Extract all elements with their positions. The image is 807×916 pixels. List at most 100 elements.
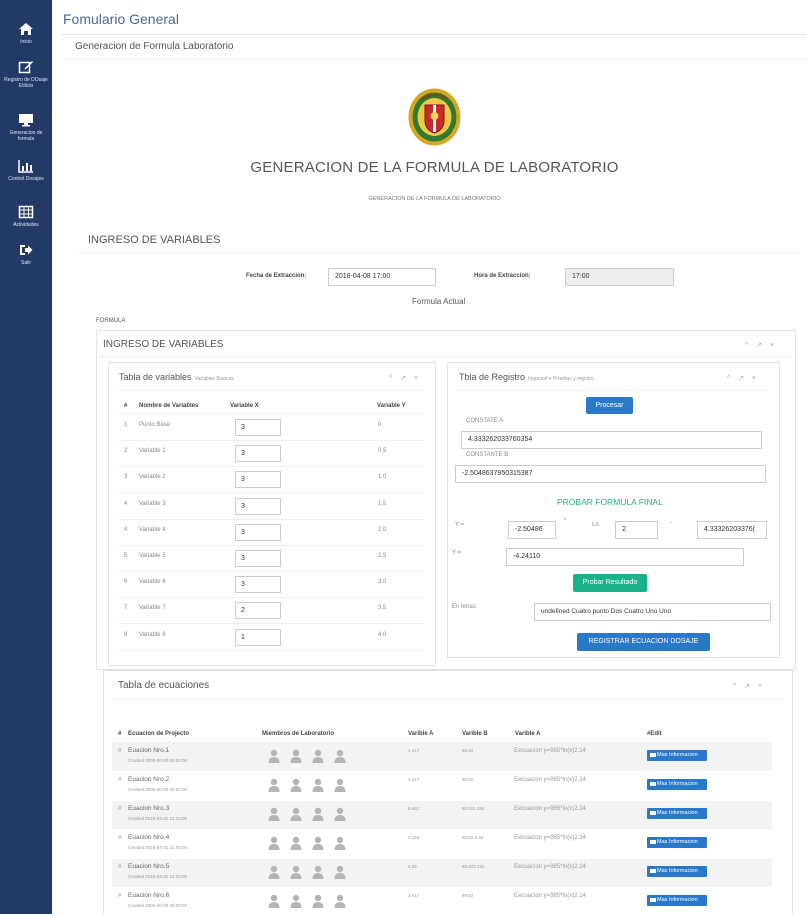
created-date: Created 2018-03-31 21:23:00: [128, 816, 188, 821]
ecuacion-formula: Eecuacion y=985*ln(x)2.14: [514, 748, 586, 754]
variable-x-input[interactable]: 1: [235, 628, 281, 646]
variable-y-value: 4.0: [378, 631, 387, 638]
column-header: Varible A: [515, 731, 541, 737]
ecuacion-formula: Eecuacion y=985*ln(x)2.14: [514, 864, 586, 870]
variable-name: Punto Base: [139, 422, 171, 428]
ecuacion-formula: Eecuacion y=985*ln(x)2.14: [514, 893, 586, 899]
variable-name: Variable 7: [139, 605, 166, 612]
avatar-icon: [312, 865, 324, 879]
sidebar-item-label: Salir: [20, 260, 31, 266]
column-header: #: [124, 403, 128, 409]
fecha-extraccion-input[interactable]: 2018-04-08 17:00: [328, 268, 436, 286]
resultado-input[interactable]: -4.24110: [506, 548, 744, 566]
tabla-registro-subtitle: Ingresod e Pruebas y registro: [528, 376, 594, 382]
fecha-extraccion-label: Fecha de Extraccion:: [246, 273, 307, 279]
variable-x-input[interactable]: 3: [235, 471, 281, 489]
button-label: Mas Informacion: [657, 839, 698, 845]
created-date: Created 0000-00-00 00:00:00: [128, 903, 188, 908]
variable-x-input[interactable]: 3: [235, 550, 281, 567]
mas-informacion-button[interactable]: Mas Informacion: [647, 866, 707, 877]
column-header: #Edit: [647, 731, 662, 737]
sidebar-item-label: Inicio: [20, 39, 32, 45]
avatar-icon: [312, 894, 324, 908]
avatar-icon: [290, 807, 302, 821]
en-letras-input[interactable]: undefined Cuatro punto Dos Cuatro Uno Un…: [534, 603, 771, 621]
variable-b-value: 98.82.6.32: [462, 835, 484, 840]
mas-informacion-button[interactable]: Mas Informacion: [647, 895, 707, 906]
y-label: Y =: [455, 522, 465, 528]
coeficiente-input[interactable]: -2.50486: [508, 521, 556, 539]
panel-tools[interactable]: ^ ↗ ×: [745, 341, 777, 349]
panel-title: Generacion de Formula Laboratorio: [75, 41, 234, 52]
constante-a-input[interactable]: 4.333262033760354: [461, 431, 762, 449]
mas-informacion-button[interactable]: Mas Informacion: [647, 837, 707, 848]
variable-x-input[interactable]: 3: [235, 576, 281, 594]
variable-a-value: 2.446: [408, 835, 420, 840]
avatar-icon: [290, 865, 302, 879]
avatar-icon: [334, 749, 346, 763]
button-label: Mas Informacion: [657, 897, 698, 903]
sidebar: Inicio Registro de DOsaje Etilicio Gener…: [0, 0, 52, 914]
variable-x-input[interactable]: 3: [235, 419, 281, 436]
variable-name: Variable 8: [139, 631, 166, 638]
ln-input[interactable]: 2: [615, 521, 658, 539]
folder-icon: [650, 810, 656, 815]
variable-x-input[interactable]: 3: [235, 497, 281, 515]
sidebar-item-generacion[interactable]: Generacion de formula: [0, 113, 52, 142]
tabla-variables-title: Tabla de variables Variables Basicas: [119, 372, 234, 382]
mas-informacion-button[interactable]: Mas Informacion: [647, 750, 707, 761]
panel-tools[interactable]: ^ ↗ ×: [389, 374, 421, 382]
sidebar-item-inicio[interactable]: Inicio: [0, 22, 52, 45]
variable-b-value: 98.82: [462, 777, 474, 782]
variable-a-value: 4.26: [408, 864, 417, 869]
variable-y-value: 2.0: [378, 526, 387, 533]
column-header: #: [118, 731, 122, 737]
tabla-registro-title: Tbla de Registro Ingresod e Pruebas y reg…: [459, 372, 594, 382]
avatar-icon: [268, 749, 280, 763]
variable-name: Variable 5: [139, 553, 166, 559]
variable-a-value: 4.417: [408, 777, 420, 782]
mas-informacion-button[interactable]: Mas Informacion: [647, 808, 707, 819]
formula-header-panel: Generacion de Formula Laboratorio GENERA…: [62, 34, 807, 218]
registrar-ecuacion-button[interactable]: REGISTRAR ECUACION DOSAJE: [577, 633, 710, 651]
variable-x-input[interactable]: 2: [235, 602, 281, 620]
panel-tools[interactable]: ^ ↗ ×: [727, 374, 759, 382]
sidebar-item-actividades[interactable]: Actividades: [0, 205, 52, 228]
tabla-variables-subtitle: Variables Basicas: [194, 376, 234, 382]
constante-input[interactable]: 4.33326203376(: [697, 521, 767, 539]
variable-b-value: 98.822.231: [462, 864, 485, 869]
probar-resultado-button[interactable]: Probar Resultado: [573, 574, 647, 592]
variable-x-input[interactable]: 3: [235, 445, 281, 463]
avatar-icon: [290, 894, 302, 908]
ecuacion-formula: Eecuacion y=985*ln(x)2.14: [514, 806, 586, 812]
sidebar-item-control[interactable]: Control Dosajes: [0, 159, 52, 182]
variable-x-input[interactable]: 3: [235, 523, 281, 541]
sidebar-item-label: Actividades: [13, 222, 39, 228]
calendar-grid-icon: [18, 205, 34, 219]
table-row: # Euacion Nro.1 Created 0000-00-00 00:00:0…: [112, 743, 772, 771]
constante-b-input[interactable]: -2.5048637950315387: [455, 465, 766, 483]
sidebar-item-salir[interactable]: Salir: [0, 243, 52, 266]
created-date: Created 0000-00-00 00:00:00: [128, 787, 188, 792]
row-hash: #: [118, 893, 122, 899]
variable-y-value: 3.0: [378, 579, 387, 586]
column-header: Varible B: [462, 731, 488, 737]
column-header: Ecuacion de Projecto: [128, 731, 190, 737]
sidebar-item-registro[interactable]: Registro de DOsaje Etilicio: [0, 60, 52, 89]
police-crest-logo: [408, 88, 461, 146]
column-header: Variable X: [230, 403, 259, 409]
panel-tools[interactable]: ^ ↗ ×: [733, 682, 765, 690]
main-heading: GENERACION DE LA FORMULA DE LABORATORIO: [250, 159, 619, 176]
column-header: Nombre de Variables: [139, 403, 199, 409]
row-number: 4: [124, 526, 128, 533]
ecuacion-name: Euacion Nro.1: [128, 747, 170, 754]
hora-extraccion-input[interactable]: 17:00: [565, 268, 674, 286]
procesar-button[interactable]: Procesar: [586, 397, 633, 414]
variable-b-value: 98.82: [462, 893, 474, 898]
avatar-icon: [290, 778, 302, 792]
hora-extraccion-label: Hora de Extraccion:: [474, 273, 531, 279]
mas-informacion-button[interactable]: Mas Informacion: [647, 779, 707, 790]
variable-y-value: 1.0: [378, 474, 387, 481]
row-hash: #: [118, 864, 122, 870]
inner-panel-title: INGRESO DE VARIABLES: [103, 339, 224, 350]
